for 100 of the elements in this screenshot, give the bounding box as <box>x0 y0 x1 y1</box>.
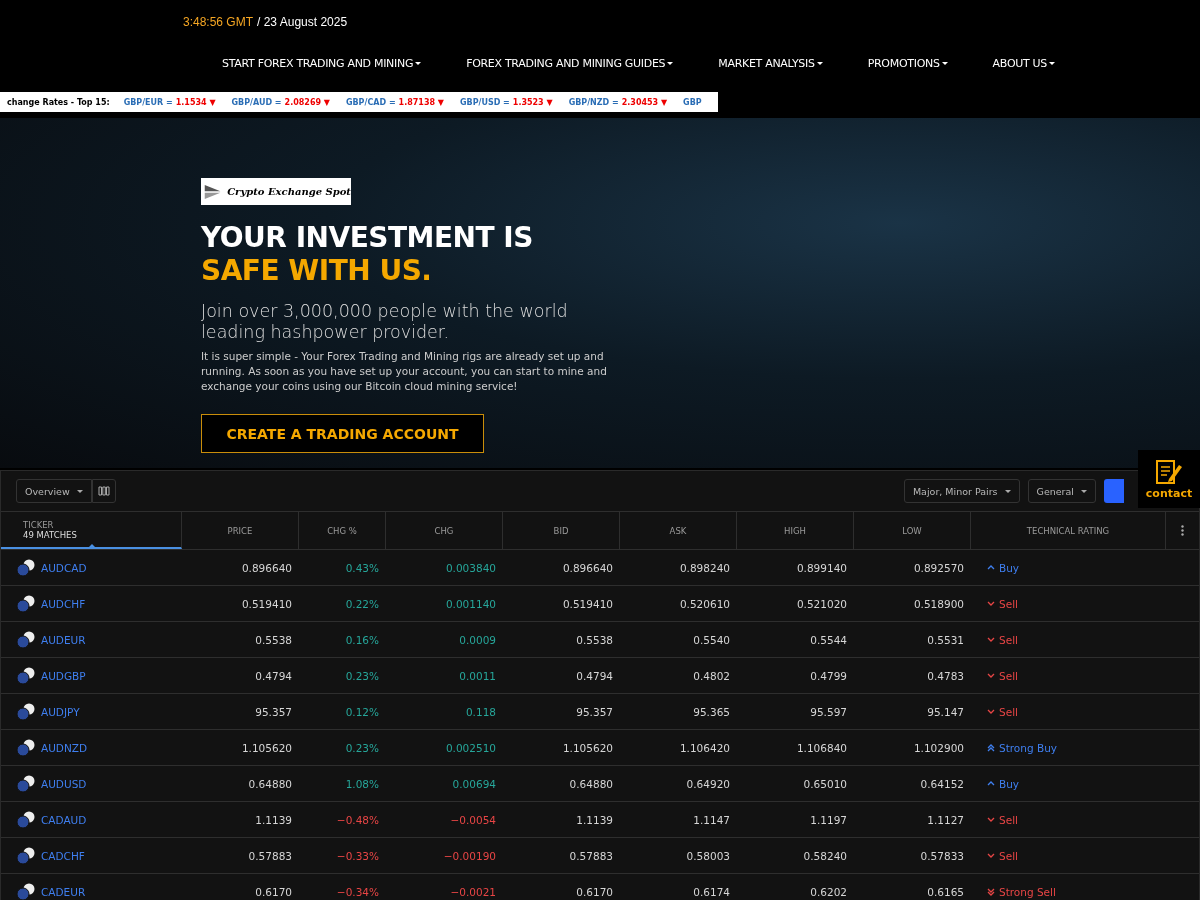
table-row[interactable]: CADCHF 0.57883 −0.33% −0.00190 0.57883 0.58003 0.58240 0.57833 Sell <box>1 838 1199 874</box>
rating-label: Buy <box>999 777 1020 790</box>
low-cell-text: 0.518900 <box>912 597 965 610</box>
nav-menu-item[interactable]: PROMOTIONS <box>867 57 948 70</box>
currency-pair: GBP/NZD = <box>568 97 619 107</box>
bid-cell-text: 0.519410 <box>561 597 614 610</box>
bid-cell-text: 1.105620 <box>561 741 614 754</box>
rate-value: 1.3523 ▼ <box>512 97 553 107</box>
ticker-link[interactable]: AUDJPY <box>41 705 80 718</box>
change-percent-cell-text: 0.22% <box>344 597 380 610</box>
high-cell-text: 1.106840 <box>795 741 848 754</box>
currency-flags-icon <box>16 810 36 829</box>
chevron-down-icon <box>987 636 995 643</box>
filter-dropdown[interactable]: General <box>1027 479 1096 503</box>
bid-cell-text: 0.6170 <box>575 885 614 898</box>
price-cell-text: 1.1139 <box>254 813 293 826</box>
table-row[interactable]: CADAUD 1.1139 −0.48% −0.0054 1.1139 1.1147 1.1197 1.1127 Sell <box>1 802 1199 838</box>
change-percent-cell-text: 0.43% <box>344 561 380 574</box>
table-row[interactable]: AUDGBP 0.4794 0.23% 0.0011 0.4794 0.4802 0.4799 0.4783 Sell <box>1 658 1199 694</box>
create-account-button[interactable]: CREATE A TRADING ACCOUNT <box>201 414 484 453</box>
view-dropdown[interactable]: Overview <box>16 479 92 503</box>
currency-flags-icon <box>16 558 36 577</box>
column-header[interactable]: HIGH <box>737 512 854 549</box>
rating-label: Sell <box>999 633 1018 646</box>
ticker-link[interactable]: AUDCAD <box>41 561 87 574</box>
low-cell-text: 1.102900 <box>912 741 965 754</box>
logo-text: Crypto Exchange Spot <box>227 186 351 197</box>
ticker-link[interactable]: AUDNZD <box>41 741 88 754</box>
filter-dropdown[interactable]: Major, Minor Pairs <box>903 479 1020 503</box>
high-cell-text: 0.58240 <box>802 849 848 862</box>
currency-pair: GBP/EUR = <box>123 97 173 107</box>
table-row[interactable]: AUDNZD 1.105620 0.23% 0.002510 1.105620 1.106420 1.106840 1.102900 Strong Buy <box>1 730 1199 766</box>
chevron-down-icon <box>987 708 995 715</box>
change-cell-text: 0.00694 <box>451 777 497 790</box>
nav-menu-item[interactable]: START FOREX TRADING AND MINING <box>222 57 422 70</box>
more-options-icon <box>1181 525 1184 536</box>
change-percent-cell-text: 0.16% <box>344 633 380 646</box>
column-header[interactable]: BID <box>503 512 620 549</box>
ticker-link[interactable]: CADCHF <box>41 849 85 862</box>
price-cell-text: 0.6170 <box>254 885 293 898</box>
ask-cell-text: 1.106420 <box>678 741 731 754</box>
currency-flags-icon <box>16 738 36 757</box>
change-percent-cell-text: −0.33% <box>335 849 380 862</box>
low-cell-text: 0.6165 <box>926 885 965 898</box>
ask-cell-text: 0.64920 <box>685 777 731 790</box>
partial-button[interactable] <box>1104 479 1124 503</box>
column-header[interactable]: TECHNICAL RATING <box>971 512 1166 549</box>
ticker-link[interactable]: AUDCHF <box>41 597 86 610</box>
change-percent-cell-text: −0.34% <box>335 885 380 898</box>
low-cell-text: 0.5531 <box>926 633 965 646</box>
ticker-link[interactable]: AUDGBP <box>41 669 86 682</box>
price-cell-text: 95.357 <box>254 705 293 718</box>
nav-menu-item[interactable]: MARKET ANALYSIS <box>718 57 823 70</box>
rating-label: Sell <box>999 813 1018 826</box>
nav-menu-item[interactable]: ABOUT US <box>992 57 1056 70</box>
column-header[interactable]: TICKER 49 MATCHES <box>1 512 182 549</box>
low-cell-text: 0.64152 <box>919 777 965 790</box>
change-cell-text: 0.003840 <box>444 561 497 574</box>
change-cell-text: −0.0054 <box>449 813 497 826</box>
table-row[interactable]: AUDJPY 95.357 0.12% 0.118 95.357 95.365 95.597 95.147 Sell <box>1 694 1199 730</box>
table-row[interactable]: AUDEUR 0.5538 0.16% 0.0009 0.5538 0.5540 0.5544 0.5531 Sell <box>1 622 1199 658</box>
column-header[interactable]: CHG <box>386 512 503 549</box>
ticker-link[interactable]: AUDUSD <box>41 777 87 790</box>
column-header[interactable]: ASK <box>620 512 737 549</box>
ticker-link[interactable]: CADEUR <box>41 885 86 898</box>
price-cell-text: 0.519410 <box>240 597 293 610</box>
rating-label: Sell <box>999 849 1018 862</box>
change-cell-text: 0.118 <box>464 705 497 718</box>
bid-cell-text: 0.64880 <box>568 777 614 790</box>
price-cell-text: 0.896640 <box>240 561 293 574</box>
high-cell-text: 0.65010 <box>802 777 848 790</box>
bid-cell-text: 95.357 <box>575 705 614 718</box>
ticker-title: change Rates - Top 15: <box>6 97 111 107</box>
chevron-down-icon <box>987 816 995 823</box>
column-header[interactable]: CHG % <box>299 512 386 549</box>
low-cell-text: 0.57833 <box>919 849 965 862</box>
clock-date: / 23 August 2025 <box>257 15 348 29</box>
column-header[interactable]: PRICE <box>182 512 299 549</box>
hero-description: It is super simple - Your Forex Trading and Mining rigs are already set up and running. As soon as you have set up your account, you can start to mine and exchange your coins using our Bitcoin cloud mining service! <box>201 349 608 394</box>
nav-menu-item[interactable]: FOREX TRADING AND MINING GUIDES <box>466 57 674 70</box>
rating-label: Sell <box>999 597 1018 610</box>
ask-cell-text: 0.898240 <box>678 561 731 574</box>
currency-pair: GBP/USD = <box>459 97 510 107</box>
ticker-link[interactable]: AUDEUR <box>41 633 86 646</box>
currency-flags-icon <box>16 666 36 685</box>
ask-cell-text: 1.1147 <box>692 813 731 826</box>
table-row[interactable]: AUDUSD 0.64880 1.08% 0.00694 0.64880 0.64920 0.65010 0.64152 Buy <box>1 766 1199 802</box>
low-cell-text: 95.147 <box>926 705 965 718</box>
currency-pair: GBP/AUD = <box>231 97 282 107</box>
high-cell-text: 0.6202 <box>809 885 848 898</box>
rate-value: 2.08269 ▼ <box>284 97 330 107</box>
table-row[interactable]: CADEUR 0.6170 −0.34% −0.0021 0.6170 0.6174 0.6202 0.6165 Strong Sell <box>1 874 1199 900</box>
table-row[interactable]: AUDCHF 0.519410 0.22% 0.001140 0.519410 0.520610 0.521020 0.518900 Sell <box>1 586 1199 622</box>
contact-widget[interactable]: contact <box>1138 450 1200 508</box>
currency-flags-icon <box>16 702 36 721</box>
columns-button[interactable] <box>91 479 116 503</box>
table-row[interactable]: AUDCAD 0.896640 0.43% 0.003840 0.896640 0.898240 0.899140 0.892570 Buy <box>1 550 1199 586</box>
column-header[interactable]: LOW <box>854 512 971 549</box>
ticker-link[interactable]: CADAUD <box>41 813 87 826</box>
rate-value: 1.87138 ▼ <box>398 97 444 107</box>
